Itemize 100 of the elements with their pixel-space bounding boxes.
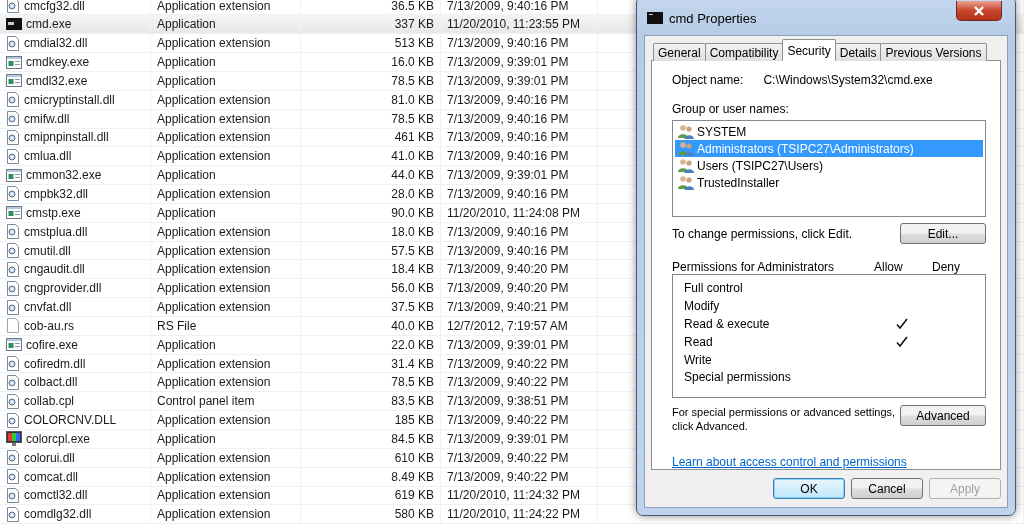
file-date: 7/13/2009, 9:40:16 PM xyxy=(447,36,569,51)
file-date: 7/13/2009, 9:38:51 PM xyxy=(447,394,569,409)
gear-file-icon xyxy=(6,299,20,315)
file-type: Application extension xyxy=(157,450,271,465)
file-name: cob-au.rs xyxy=(24,318,75,333)
window-icon xyxy=(6,55,22,69)
users-icon xyxy=(678,175,694,191)
file-name: cmstplua.dll xyxy=(24,224,88,239)
file-date: 7/13/2009, 9:39:01 PM xyxy=(447,337,569,352)
file-name: colorui.dll xyxy=(24,450,75,465)
dialog-button[interactable]: OK xyxy=(773,478,845,499)
file-size: 37.5 KB xyxy=(391,300,434,315)
file-name: colorcpl.exe xyxy=(26,431,91,446)
file-name: comctl32.dll xyxy=(24,488,88,503)
file-type: Application xyxy=(157,337,216,352)
file-date: 7/13/2009, 9:39:01 PM xyxy=(447,55,569,70)
file-date: 7/13/2009, 9:40:16 PM xyxy=(447,186,569,201)
dialog-button[interactable]: Cancel xyxy=(851,478,923,499)
gear-file-icon xyxy=(6,35,20,51)
file-name: cofiredm.dll xyxy=(24,356,86,371)
object-name-label: Object name: xyxy=(672,72,744,87)
file-date: 7/13/2009, 9:39:01 PM xyxy=(447,73,569,88)
file-date: 11/20/2010, 11:23:55 PM xyxy=(447,17,580,32)
file-size: 83.5 KB xyxy=(391,394,434,409)
file-type: Application xyxy=(157,17,216,32)
file-type: Application extension xyxy=(157,36,271,51)
file-type: Application extension xyxy=(157,262,271,277)
file-date: 7/13/2009, 9:40:16 PM xyxy=(447,243,569,258)
file-name: cmdl32.exe xyxy=(26,73,88,88)
file-date: 7/13/2009, 9:40:20 PM xyxy=(447,262,569,277)
file-name: cmlua.dll xyxy=(24,149,72,164)
file-name: cmdkey.exe xyxy=(26,55,90,70)
file-date: 11/20/2010, 11:24:22 PM xyxy=(447,507,580,522)
file-size: 36.5 KB xyxy=(391,0,434,13)
file-type: Application xyxy=(157,55,216,70)
file-type: Application extension xyxy=(157,186,271,201)
users-icon xyxy=(678,158,694,174)
file-size: 461 KB xyxy=(394,130,434,145)
gear-file-icon xyxy=(6,356,20,372)
file-type: Application extension xyxy=(157,111,271,126)
gear-file-icon xyxy=(6,393,20,409)
help-link[interactable]: Learn about access control and permissions xyxy=(672,455,907,469)
console-icon xyxy=(647,12,663,24)
gear-file-icon xyxy=(6,280,20,296)
tab[interactable]: Previous Versions xyxy=(880,43,987,61)
permission-name: Write xyxy=(684,352,713,367)
file-type: Application extension xyxy=(157,130,271,145)
file-size: 44.0 KB xyxy=(391,168,434,183)
tab[interactable]: Details xyxy=(834,43,882,61)
tab[interactable]: Compatibility xyxy=(704,43,784,61)
gear-file-icon xyxy=(6,224,20,240)
advanced-button[interactable]: Advanced xyxy=(900,405,986,426)
file-type: Application extension xyxy=(157,413,271,428)
file-size: 16.0 KB xyxy=(391,55,434,70)
file-size: 31.4 KB xyxy=(391,356,434,371)
close-icon xyxy=(973,5,985,16)
file-type: Application xyxy=(157,205,216,220)
file-size: 513 KB xyxy=(394,36,434,51)
file-type: Application extension xyxy=(157,243,271,258)
file-date: 11/20/2010, 11:24:32 PM xyxy=(447,488,580,503)
file-name: cngprovider.dll xyxy=(24,281,102,296)
gear-file-icon xyxy=(6,243,20,258)
users-icon xyxy=(678,124,694,140)
close-button[interactable] xyxy=(956,1,1002,21)
tab[interactable]: Security xyxy=(782,39,836,61)
file-date: 7/13/2009, 9:40:22 PM xyxy=(447,413,569,428)
file-size: 22.0 KB xyxy=(391,337,434,352)
file-date: 7/13/2009, 9:40:16 PM xyxy=(447,111,569,126)
file-size: 78.5 KB xyxy=(391,73,434,88)
file-size: 610 KB xyxy=(394,450,434,465)
file-type: Application extension xyxy=(157,488,271,503)
file-size: 90.0 KB xyxy=(391,205,434,220)
file-type: Application extension xyxy=(157,281,271,296)
file-type: Application xyxy=(157,168,216,183)
edit-button[interactable]: Edit... xyxy=(900,223,986,245)
file-type: Application extension xyxy=(157,469,271,484)
file-type: Application xyxy=(157,431,216,446)
file-name: cnvfat.dll xyxy=(24,300,72,315)
file-name: cofire.exe xyxy=(26,337,79,352)
gear-file-icon xyxy=(6,129,20,145)
file-name: cmicryptinstall.dll xyxy=(24,92,115,107)
gear-file-icon xyxy=(6,412,20,428)
file-date: 7/13/2009, 9:40:22 PM xyxy=(447,375,569,390)
file-name: cmcfg32.dll xyxy=(24,0,85,13)
file-date: 7/13/2009, 9:40:20 PM xyxy=(447,281,569,296)
file-type: Application extension xyxy=(157,300,271,315)
console-icon xyxy=(6,18,22,31)
file-date: 7/13/2009, 9:40:16 PM xyxy=(447,0,569,13)
file-name: cmdial32.dll xyxy=(24,36,88,51)
tab[interactable]: General xyxy=(653,43,706,61)
blank-file-icon xyxy=(6,318,20,334)
permission-name: Read & execute xyxy=(684,316,771,331)
window-icon xyxy=(6,206,22,220)
file-size: 18.4 KB xyxy=(391,262,434,277)
file-type: Application extension xyxy=(157,149,271,164)
file-name: collab.cpl xyxy=(24,394,75,409)
permission-name: Read xyxy=(684,334,714,349)
file-name: cmutil.dll xyxy=(24,243,71,258)
file-size: 57.5 KB xyxy=(391,243,434,258)
file-date: 7/13/2009, 9:40:16 PM xyxy=(447,149,569,164)
